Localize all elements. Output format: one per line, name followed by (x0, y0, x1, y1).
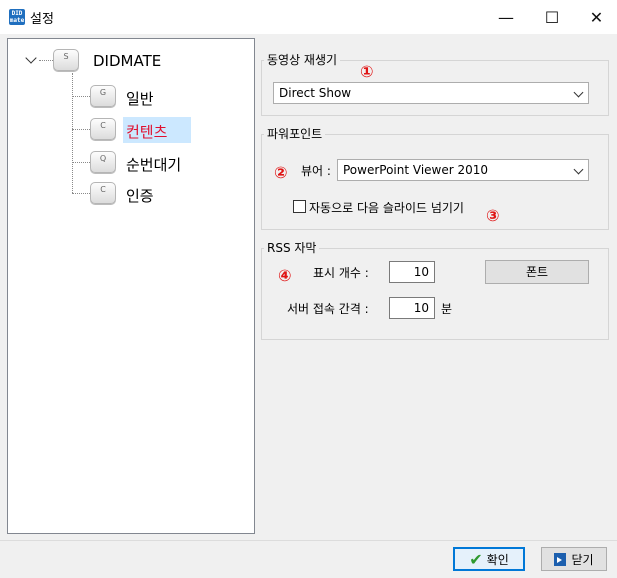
video-player-group-title: 동영상 재생기 (264, 51, 341, 68)
settings-tree[interactable]: S DIDMATE G 일반 C 컨텐츠 Q 순번대기 C 인증 (7, 38, 255, 534)
close-button-label: 닫기 (571, 552, 594, 567)
tree-line (72, 73, 73, 193)
chevron-down-icon[interactable] (25, 52, 37, 64)
annotation-badge-3: ③ (486, 206, 500, 225)
close-window-button[interactable]: ✕ (576, 0, 617, 34)
tree-node-contents[interactable]: C 컨텐츠 (90, 117, 200, 143)
tree-line (72, 96, 90, 97)
keycap-icon: C (90, 182, 116, 204)
keycap-icon: Q (90, 151, 116, 173)
close-icon: ✕ (589, 7, 604, 27)
ppt-viewer-select[interactable]: PowerPoint Viewer 2010 (337, 159, 589, 181)
tree-node-auth[interactable]: C 인증 (90, 181, 200, 207)
tree-node-label: 일반 (126, 90, 154, 108)
auto-next-checkbox[interactable] (293, 200, 306, 213)
annotation-badge-1: ① (360, 62, 374, 81)
font-button[interactable]: 폰트 (485, 260, 589, 284)
video-player-select[interactable]: Direct Show (273, 82, 589, 104)
ppt-viewer-value: PowerPoint Viewer 2010 (343, 163, 489, 177)
rss-count-label: 표시 개수 : (313, 266, 369, 280)
video-player-value: Direct Show (279, 86, 352, 100)
minimize-button[interactable]: — (484, 0, 528, 34)
chevron-down-icon (573, 87, 584, 98)
rss-interval-unit: 분 (441, 302, 453, 316)
rss-interval-label: 서버 접속 간격 : (287, 302, 369, 316)
tree-node-label: 컨텐츠 (126, 123, 168, 141)
footer-divider (0, 540, 617, 541)
viewer-label: 뷰어 : (301, 164, 331, 178)
ok-button-label: 확인 (486, 552, 509, 567)
keycap-icon: S (53, 49, 79, 71)
auto-next-label[interactable]: 자동으로 다음 슬라이드 넘기기 (309, 199, 464, 216)
annotation-badge-2: ② (274, 163, 288, 182)
app-icon: DID mate (9, 9, 25, 25)
maximize-button[interactable]: ☐ (530, 0, 574, 34)
rss-group-title: RSS 자막 (264, 239, 320, 256)
keycap-icon: G (90, 85, 116, 107)
annotation-badge-4: ④ (278, 266, 292, 285)
tree-node-label: 인증 (126, 187, 154, 205)
tree-node-general[interactable]: G 일반 (90, 84, 200, 110)
title-bar: DID mate 설정 — ☐ ✕ (0, 0, 617, 34)
rss-interval-input[interactable]: 10 (389, 297, 435, 319)
tree-node-queue[interactable]: Q 순번대기 (90, 150, 210, 176)
ok-button[interactable]: ✔ 확인 (453, 547, 525, 571)
window-title: 설정 (30, 12, 54, 27)
tree-line (72, 193, 90, 194)
tree-node-label: DIDMATE (93, 52, 162, 70)
powerpoint-group-title: 파워포인트 (264, 125, 326, 142)
tree-line (72, 129, 90, 130)
minimize-icon: — (498, 7, 514, 27)
check-icon: ✔ (469, 549, 483, 569)
rss-count-input[interactable]: 10 (389, 261, 435, 283)
tree-line (72, 162, 90, 163)
maximize-icon: ☐ (544, 7, 560, 27)
tree-node-label: 순번대기 (126, 156, 182, 174)
close-button[interactable]: 닫기 (541, 547, 607, 571)
exit-door-icon (554, 552, 567, 566)
tree-line (39, 60, 53, 61)
keycap-icon: C (90, 118, 116, 140)
chevron-down-icon (573, 164, 584, 175)
tree-node-didmate[interactable]: S DIDMATE (53, 48, 253, 74)
